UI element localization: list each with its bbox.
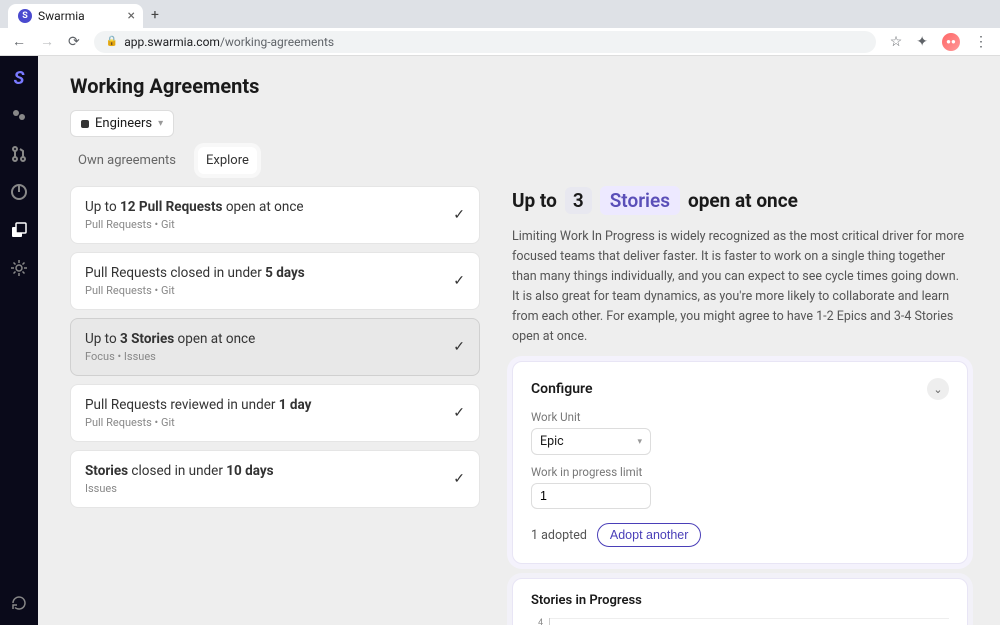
agreement-subtitle: Pull Requests • Git bbox=[85, 218, 304, 231]
chart-area: 4 3 2 1 0 limit bbox=[531, 618, 949, 625]
back-button[interactable]: ← bbox=[12, 33, 26, 50]
chart-title: Stories in Progress bbox=[531, 593, 949, 608]
chevron-down-icon: ▾ bbox=[637, 437, 642, 447]
tab-favicon: S bbox=[18, 9, 32, 23]
sidebar-item-pull-requests[interactable] bbox=[9, 144, 29, 164]
menu-icon[interactable]: ⋮ bbox=[974, 34, 988, 50]
url-path: /working-agreements bbox=[220, 35, 334, 49]
tab-explore[interactable]: Explore bbox=[198, 147, 257, 174]
chevron-down-icon: ⌄ bbox=[933, 383, 942, 396]
sidebar-item-teams[interactable] bbox=[9, 106, 29, 126]
close-icon[interactable]: × bbox=[128, 8, 135, 24]
sidebar-item-refresh[interactable] bbox=[9, 593, 29, 613]
browser-tab[interactable]: S Swarmia × bbox=[8, 4, 143, 28]
new-tab-button[interactable]: + bbox=[143, 2, 167, 28]
agreement-card[interactable]: Stories closed in under 10 days Issues ✓ bbox=[70, 450, 480, 508]
team-icon bbox=[81, 120, 89, 128]
agreement-card[interactable]: Pull Requests reviewed in under 1 day Pu… bbox=[70, 384, 480, 442]
check-icon: ✓ bbox=[453, 273, 465, 289]
detail-description: Limiting Work In Progress is widely reco… bbox=[512, 227, 968, 347]
collapse-button[interactable]: ⌄ bbox=[927, 378, 949, 400]
agreements-list: Up to 12 Pull Requests open at once Pull… bbox=[70, 186, 480, 625]
extensions-icon[interactable]: ✦ bbox=[916, 34, 928, 50]
chevron-down-icon: ▾ bbox=[158, 118, 163, 129]
limit-number: 3 bbox=[565, 187, 592, 214]
reload-button[interactable]: ⟳ bbox=[68, 34, 80, 50]
agreement-card-selected[interactable]: Up to 3 Stories open at once Focus • Iss… bbox=[70, 318, 480, 376]
agreement-title: Stories closed in under 10 days bbox=[85, 463, 274, 479]
agreement-detail: Up to 3 Stories open at once Limiting Wo… bbox=[512, 186, 968, 625]
agreement-subtitle: Pull Requests • Git bbox=[85, 284, 305, 297]
check-icon: ✓ bbox=[453, 405, 465, 421]
configure-panel: Configure ⌄ Work Unit Epic ▾ Work in pro… bbox=[512, 361, 968, 564]
check-icon: ✓ bbox=[453, 471, 465, 487]
main-content: Working Agreements Engineers ▾ Own agree… bbox=[38, 56, 1000, 625]
forward-button[interactable]: → bbox=[40, 33, 54, 50]
chart-panel: Stories in Progress 4 3 2 1 0 bbox=[512, 578, 968, 625]
sidebar: S bbox=[0, 56, 38, 625]
sidebar-item-insights[interactable] bbox=[9, 182, 29, 202]
tab-bar: Own agreements Explore bbox=[70, 147, 968, 174]
agreement-title: Up to 12 Pull Requests open at once bbox=[85, 199, 304, 215]
check-icon: ✓ bbox=[453, 339, 465, 355]
field-label: Work Unit bbox=[531, 410, 949, 424]
agreement-subtitle: Issues bbox=[85, 482, 274, 495]
url-host: app.swarmia.com bbox=[124, 35, 220, 49]
page-title: Working Agreements bbox=[70, 74, 968, 98]
address-bar[interactable]: 🔒 app.swarmia.com/working-agreements bbox=[94, 31, 876, 53]
adopt-another-button[interactable]: Adopt another bbox=[597, 523, 702, 547]
wip-limit-input[interactable] bbox=[531, 483, 651, 509]
detail-title: Up to 3 Stories open at once bbox=[512, 186, 968, 215]
check-icon: ✓ bbox=[453, 207, 465, 223]
logo-icon[interactable]: S bbox=[9, 68, 29, 88]
agreement-subtitle: Focus • Issues bbox=[85, 350, 255, 363]
agreement-card[interactable]: Pull Requests closed in under 5 days Pul… bbox=[70, 252, 480, 310]
chart-plot: limit bbox=[549, 618, 949, 625]
work-unit-pill: Stories bbox=[600, 186, 680, 215]
agreement-card[interactable]: Up to 12 Pull Requests open at once Pull… bbox=[70, 186, 480, 244]
adopted-count: 1 adopted bbox=[531, 528, 587, 543]
agreement-subtitle: Pull Requests • Git bbox=[85, 416, 311, 429]
line-chart bbox=[550, 618, 949, 625]
sidebar-item-agreements[interactable] bbox=[9, 220, 29, 240]
team-name: Engineers bbox=[95, 116, 152, 131]
bookmark-icon[interactable]: ☆ bbox=[890, 34, 903, 50]
tab-own-agreements[interactable]: Own agreements bbox=[70, 147, 184, 174]
lock-icon: 🔒 bbox=[106, 36, 118, 47]
browser-toolbar: ← → ⟳ 🔒 app.swarmia.com/working-agreemen… bbox=[0, 28, 1000, 56]
agreement-title: Up to 3 Stories open at once bbox=[85, 331, 255, 347]
configure-title: Configure bbox=[531, 381, 592, 397]
agreement-title: Pull Requests reviewed in under 1 day bbox=[85, 397, 311, 413]
team-selector[interactable]: Engineers ▾ bbox=[70, 110, 174, 137]
y-axis: 4 3 2 1 0 bbox=[531, 618, 543, 625]
work-unit-select[interactable]: Epic ▾ bbox=[531, 428, 651, 455]
browser-tab-strip: S Swarmia × + bbox=[0, 0, 1000, 28]
field-label: Work in progress limit bbox=[531, 465, 949, 479]
tab-title: Swarmia bbox=[38, 9, 85, 23]
profile-avatar[interactable]: ●● bbox=[942, 33, 960, 51]
sidebar-item-settings[interactable] bbox=[9, 258, 29, 278]
agreement-title: Pull Requests closed in under 5 days bbox=[85, 265, 305, 281]
